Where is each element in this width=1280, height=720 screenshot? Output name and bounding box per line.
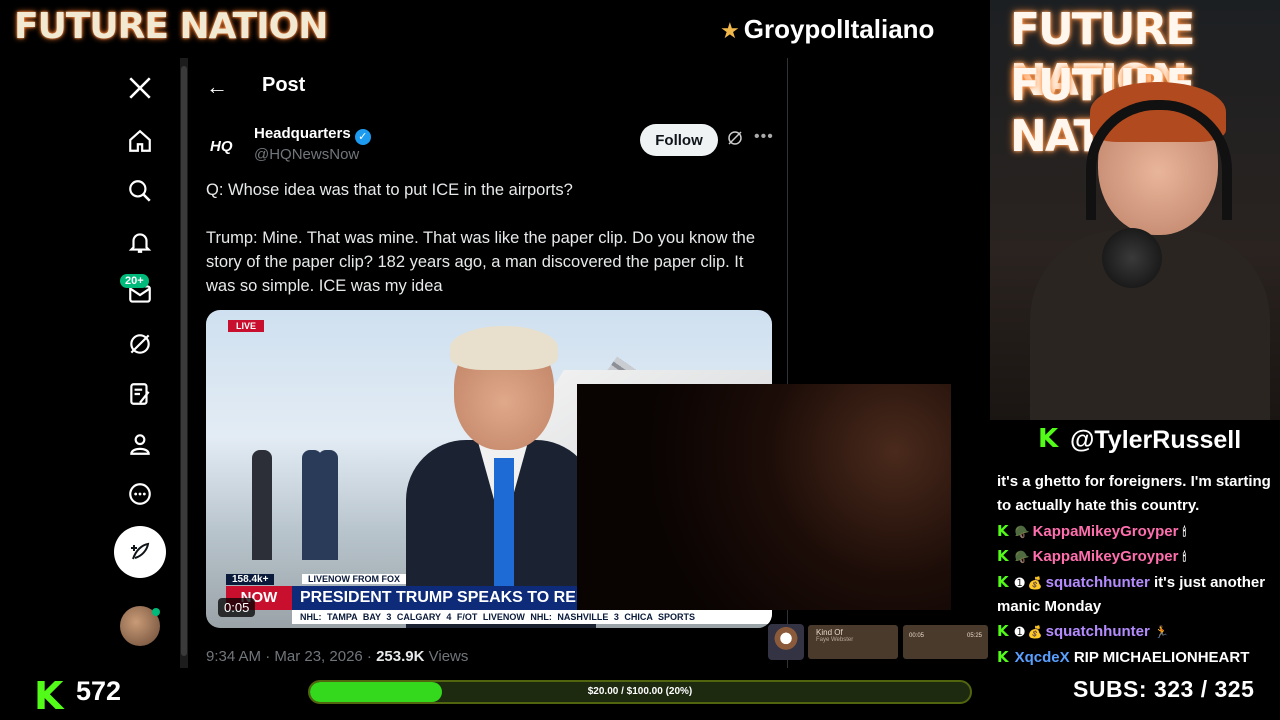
post-text: Q: Whose idea was that to put ICE in the… [206, 181, 756, 295]
subs-value: 323 / 325 [1153, 676, 1255, 702]
track-progress: 00:05 05:25 [903, 625, 988, 659]
kick-badge-icon: K [997, 521, 1009, 540]
home-icon[interactable] [122, 123, 158, 159]
channel-handle: @TylerRussell [1070, 426, 1242, 454]
notification-badge: 20+ [120, 274, 149, 288]
track-artist: Faye Webster [816, 637, 854, 643]
track-duration: 05:25 [966, 633, 982, 639]
score-ticker: NHL: TAMPA BAY 3 CALGARY 4 F/OT LIVENOW … [292, 610, 772, 624]
profile-icon[interactable] [122, 426, 158, 462]
chat-username[interactable]: KappaMikeyGroyper [1033, 523, 1179, 540]
more-options-icon[interactable]: ••• [754, 128, 774, 146]
bottom-bar: K 572 $20.00 / $100.00 (20%) SUBS: 323 /… [0, 668, 1280, 720]
more-circle-icon[interactable] [122, 476, 158, 512]
post-timestamp[interactable]: 9:34 AM · Mar 23, 2026 · [206, 648, 376, 665]
compose-list-icon[interactable] [122, 376, 158, 412]
emote-icon: 🕯 [1182, 550, 1187, 565]
video-timecode: 0:05 [218, 598, 256, 617]
news-source: LIVENOW FROM FOX [302, 574, 406, 584]
compose-post-button[interactable] [114, 526, 166, 578]
scrollbar-thumb[interactable] [181, 66, 187, 656]
author-handle[interactable]: @HQNewsNow [254, 146, 359, 163]
star-icon: ★ [720, 18, 740, 43]
post-title: Post [262, 74, 306, 96]
views-label: Views [424, 648, 469, 665]
kick-badge-icon: K [997, 622, 1009, 641]
chat-message: K 🪖 KappaMikeyGroyper 🕯 [997, 519, 1277, 544]
chat-message: K ➊ 💰 squatchhunter it's just another manic… [997, 570, 1277, 620]
search-icon[interactable] [122, 173, 158, 209]
compose-post-icon [131, 542, 150, 560]
chat-panel: K @TylerRussell it's a ghetto for foreig… [990, 420, 1280, 668]
chat-message-continuation: it's a ghetto for foreigners. I'm starti… [997, 473, 1271, 515]
now-playing-widget: Kind Of Faye Webster 00:05 05:25 [768, 624, 988, 662]
account-avatar[interactable] [120, 606, 160, 646]
chat-messages: it's a ghetto for foreigners. I'm starti… [997, 470, 1277, 670]
guard-figure [318, 450, 338, 560]
kick-badge-icon: K [997, 647, 1009, 666]
grok-icon[interactable] [122, 326, 158, 362]
views-count: 253.9K [376, 648, 425, 665]
donation-goal-bar: $20.00 / $100.00 (20%) [308, 680, 972, 704]
emote-icon: 🏃 [1154, 625, 1169, 640]
viewer-count: 158.4k+ [226, 574, 275, 585]
live-tag: LIVE [228, 320, 265, 332]
back-arrow-icon[interactable]: ← [206, 74, 228, 100]
chat-message: K 🪖 KappaMikeyGroyper 🕯 [997, 544, 1277, 569]
emote-icon: 💰 [1027, 625, 1043, 640]
author-name-text[interactable]: Headquarters [254, 125, 351, 142]
emote-icon: 🕯 [1182, 524, 1187, 539]
kick-badge-icon: K [997, 547, 1009, 566]
chat-username[interactable]: XqcdeX [1015, 649, 1070, 666]
chat-username[interactable]: KappaMikeyGroyper [1033, 548, 1179, 565]
post-header: ← Post [190, 68, 787, 108]
page-scrollbar[interactable] [180, 58, 188, 668]
chat-username[interactable]: squatchhunter [1046, 623, 1150, 640]
follow-button[interactable]: Follow [640, 124, 718, 156]
subs-counter: SUBS: 323 / 325 [1073, 676, 1254, 703]
post-meta: 9:34 AM · Mar 23, 2026 · 253.9K Views [206, 648, 468, 665]
chat-message: K ➊ 💰 squatchhunter 🏃 [997, 619, 1277, 644]
brand-logo-text: FUTURE NATION [14, 6, 328, 47]
kick-logo-icon: K [1038, 424, 1059, 454]
microphone [1102, 228, 1162, 288]
verified-badge-icon: ✓ [354, 129, 371, 145]
top-banner: FUTURE NATION ★ GroypolItaliano [0, 0, 990, 58]
emote-icon: 🪖 [1014, 550, 1030, 565]
album-art [768, 624, 804, 660]
author-name[interactable]: Headquarters ✓ [254, 125, 371, 145]
chat-text: RIP MICHAELIONHEART [1069, 648, 1250, 666]
kick-logo-icon: K [34, 674, 64, 718]
emote-icon: 💰 [1027, 575, 1043, 590]
sub-badge-icon: ➊ [1014, 575, 1025, 590]
sub-badge-icon: ➊ [1014, 625, 1025, 640]
follower-count: 572 [76, 676, 122, 706]
online-dot [152, 608, 160, 616]
agent-figure [252, 450, 272, 560]
donation-goal-text: $20.00 / $100.00 (20%) [587, 686, 693, 697]
author-avatar[interactable]: HQ [210, 138, 233, 155]
x-sidebar-nav: 20+ [0, 58, 182, 668]
overlay-video [577, 384, 951, 610]
track-elapsed: 00:05 [909, 633, 925, 639]
webcam-feed: FUTURE NATION FUTURE NATION [990, 0, 1280, 420]
stream-title-text: GroypolItaliano [743, 14, 935, 44]
grok-explain-icon[interactable] [726, 129, 744, 152]
track-title: Kind Of [816, 628, 843, 637]
hair [450, 326, 558, 370]
stream-title: ★ GroypolItaliano [720, 14, 934, 45]
x-logo-icon[interactable] [122, 70, 158, 106]
emote-icon: 🪖 [1014, 524, 1030, 539]
subs-label: SUBS: [1073, 676, 1148, 702]
kick-badge-icon: K [997, 572, 1009, 591]
bell-icon[interactable] [122, 224, 158, 260]
chat-message: K XqcdeX RIP MICHAELIONHEART [997, 645, 1277, 670]
track-info: Kind Of Faye Webster [808, 625, 898, 659]
chat-username[interactable]: squatchhunter [1046, 574, 1150, 591]
